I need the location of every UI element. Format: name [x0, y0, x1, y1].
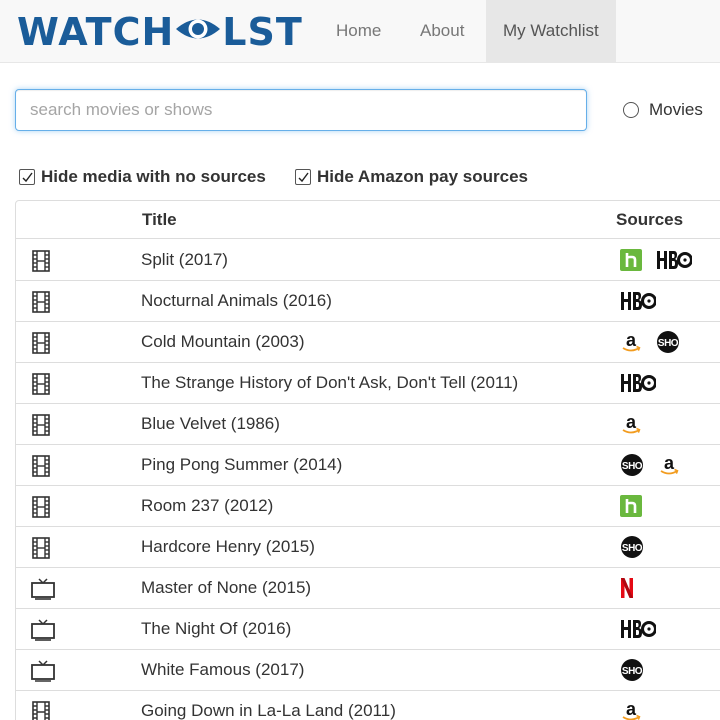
table-row[interactable]: Master of None (2015)	[16, 568, 720, 609]
sources-cell	[620, 618, 670, 640]
table-row[interactable]: Ping Pong Summer (2014) SHO a	[16, 445, 720, 486]
media-title[interactable]: The Night Of (2016)	[141, 609, 291, 649]
showtime-source-icon[interactable]: SHO	[620, 536, 644, 558]
eye-logo-icon	[176, 19, 221, 39]
table-header: Title Sources	[16, 201, 720, 239]
tv-icon	[30, 619, 55, 641]
checkmark-icon	[298, 172, 309, 183]
svg-text:SHO: SHO	[622, 461, 643, 472]
media-title[interactable]: Hardcore Henry (2015)	[141, 527, 315, 567]
table-row[interactable]: Cold Mountain (2003) a SHO	[16, 322, 720, 363]
tv-icon	[30, 660, 55, 682]
watchlist-table: Title Sources Split (2017) Nocturnal Anim…	[15, 200, 720, 720]
svg-text:SHO: SHO	[622, 543, 643, 554]
hbo-source-icon[interactable]	[620, 372, 656, 394]
sources-cell	[620, 372, 670, 394]
hbo-source-icon[interactable]	[656, 249, 692, 271]
title-column-header[interactable]: Title	[142, 201, 177, 239]
showtime-source-icon[interactable]: SHO	[620, 659, 644, 681]
hide-amazon-pay-filter[interactable]: Hide Amazon pay sources	[295, 166, 528, 188]
netflix-source-icon[interactable]	[620, 577, 634, 599]
film-icon	[30, 701, 52, 720]
film-icon	[30, 291, 52, 313]
svg-text:a: a	[626, 413, 637, 432]
sources-cell: SHO	[620, 536, 658, 558]
sources-cell: SHO	[620, 659, 658, 681]
svg-text:a: a	[664, 454, 675, 473]
nav-about-link[interactable]: About	[403, 0, 481, 62]
sources-cell: SHO a	[620, 454, 694, 476]
sources-cell: a SHO	[620, 331, 694, 353]
film-icon	[30, 496, 52, 518]
film-icon	[30, 250, 52, 272]
amazon-source-icon[interactable]: a	[620, 700, 642, 720]
table-row[interactable]: Going Down in La-La Land (2011) a	[16, 691, 720, 720]
showtime-source-icon[interactable]: SHO	[656, 331, 680, 353]
media-title[interactable]: The Strange History of Don't Ask, Don't …	[141, 363, 518, 403]
media-title[interactable]: Going Down in La-La Land (2011)	[141, 691, 396, 720]
svg-text:a: a	[626, 331, 637, 350]
tv-icon	[30, 578, 55, 600]
hbo-source-icon[interactable]	[620, 618, 656, 640]
media-type-movies-radio[interactable]: Movies	[623, 99, 703, 121]
hide-amazon-pay-label: Hide Amazon pay sources	[317, 167, 528, 186]
table-row[interactable]: White Famous (2017) SHO	[16, 650, 720, 691]
sources-column-header[interactable]: Sources	[616, 201, 683, 239]
movies-radio-label: Movies	[649, 100, 703, 119]
sources-cell	[620, 577, 648, 599]
hide-no-sources-checkbox[interactable]	[19, 169, 35, 185]
hulu-source-icon[interactable]	[620, 249, 642, 271]
nav-home-link[interactable]: Home	[319, 0, 398, 62]
media-title[interactable]: White Famous (2017)	[141, 650, 304, 690]
amazon-source-icon[interactable]: a	[620, 331, 642, 353]
media-title[interactable]: Cold Mountain (2003)	[141, 322, 304, 362]
sources-cell: a	[620, 413, 656, 435]
hide-no-sources-filter[interactable]: Hide media with no sources	[19, 166, 266, 188]
table-row[interactable]: The Night Of (2016)	[16, 609, 720, 650]
hide-no-sources-label: Hide media with no sources	[41, 167, 266, 186]
table-row[interactable]: Nocturnal Animals (2016)	[16, 281, 720, 322]
table-row[interactable]: Blue Velvet (1986) a	[16, 404, 720, 445]
brand-text-right: LST	[222, 10, 303, 54]
brand-text-left: WATCH	[17, 10, 175, 54]
search-input[interactable]	[15, 89, 587, 131]
sources-cell	[620, 495, 656, 517]
hulu-source-icon[interactable]	[620, 495, 642, 517]
table-row[interactable]: The Strange History of Don't Ask, Don't …	[16, 363, 720, 404]
sources-cell: a	[620, 700, 656, 720]
media-title[interactable]: Split (2017)	[141, 240, 228, 280]
amazon-source-icon[interactable]: a	[658, 454, 680, 476]
brand-logo[interactable]: WATCH LST	[17, 12, 303, 52]
media-title[interactable]: Room 237 (2012)	[141, 486, 273, 526]
film-icon	[30, 537, 52, 559]
media-title[interactable]: Master of None (2015)	[141, 568, 311, 608]
showtime-source-icon[interactable]: SHO	[620, 454, 644, 476]
navbar: WATCH LST Home About My Watchlist	[0, 0, 720, 63]
media-title[interactable]: Nocturnal Animals (2016)	[141, 281, 332, 321]
amazon-source-icon[interactable]: a	[620, 413, 642, 435]
hide-amazon-pay-checkbox[interactable]	[295, 169, 311, 185]
table-row[interactable]: Room 237 (2012)	[16, 486, 720, 527]
table-row[interactable]: Hardcore Henry (2015) SHO	[16, 527, 720, 568]
nav-my-watchlist-link[interactable]: My Watchlist	[486, 0, 616, 62]
film-icon	[30, 455, 52, 477]
hbo-source-icon[interactable]	[620, 290, 656, 312]
media-title[interactable]: Blue Velvet (1986)	[141, 404, 280, 444]
radio-button[interactable]	[623, 102, 639, 118]
sources-cell	[620, 290, 670, 312]
film-icon	[30, 332, 52, 354]
sources-cell	[620, 249, 706, 271]
svg-text:SHO: SHO	[622, 666, 643, 677]
film-icon	[30, 414, 52, 436]
svg-text:a: a	[626, 700, 637, 719]
table-row[interactable]: Split (2017)	[16, 240, 720, 281]
checkmark-icon	[22, 172, 33, 183]
svg-text:SHO: SHO	[658, 338, 679, 349]
film-icon	[30, 373, 52, 395]
media-title[interactable]: Ping Pong Summer (2014)	[141, 445, 342, 485]
